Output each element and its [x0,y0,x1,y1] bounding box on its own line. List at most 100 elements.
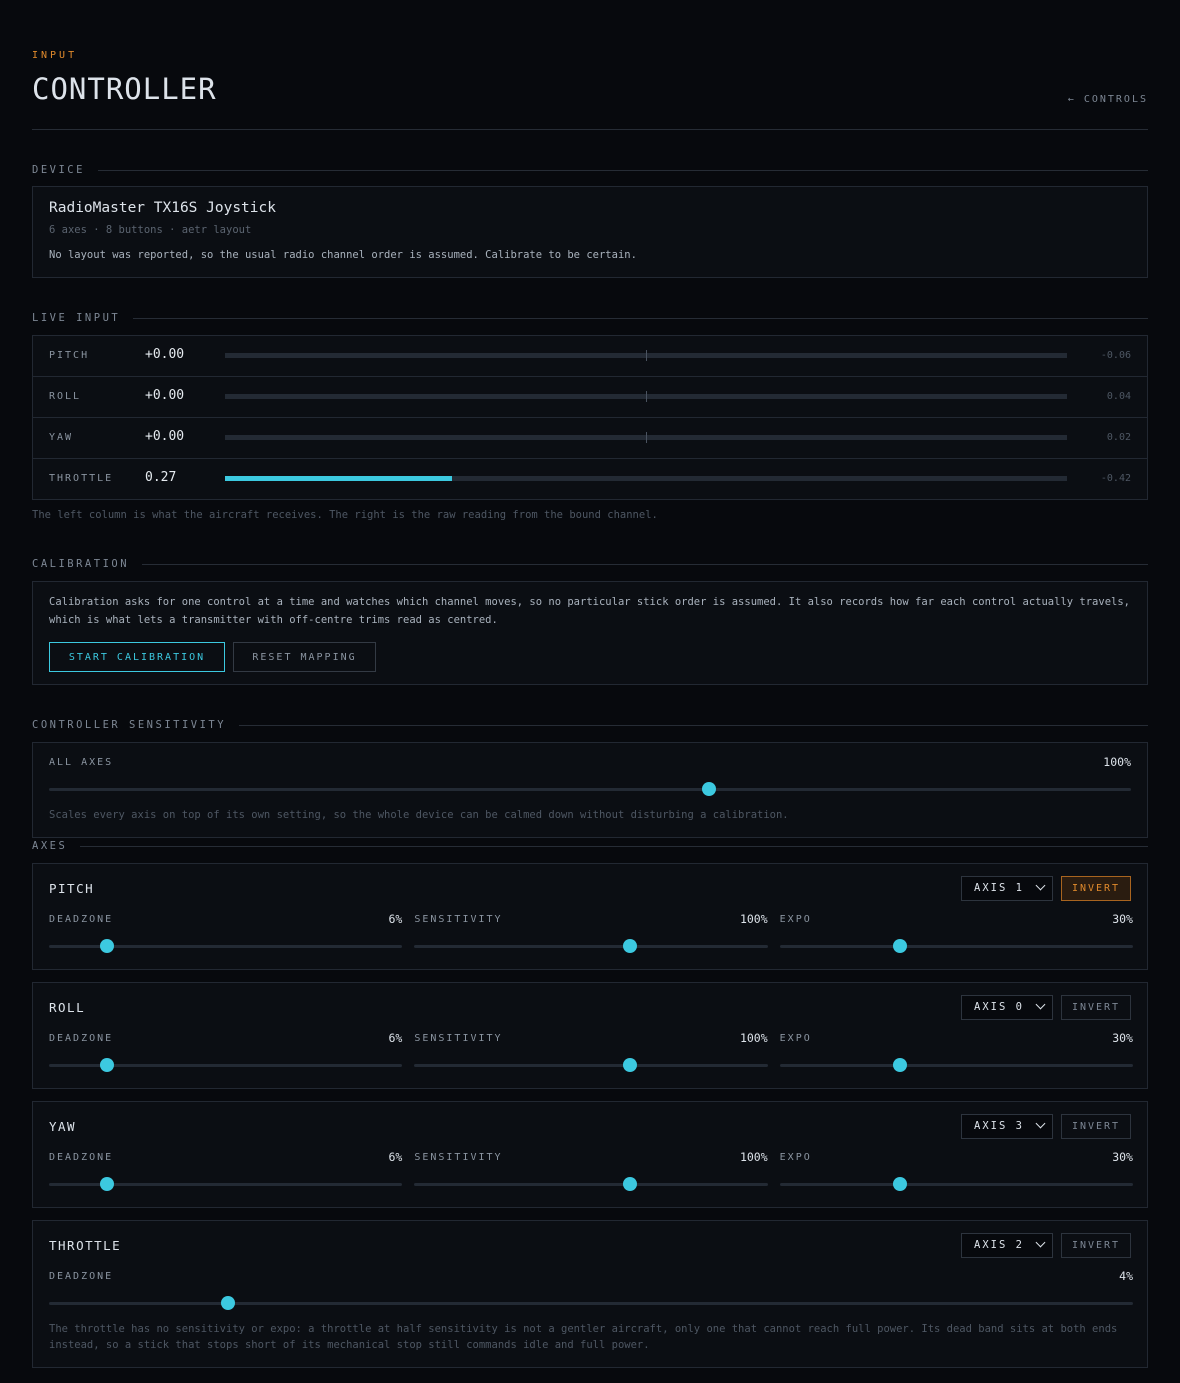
section-rule [142,563,1148,565]
invert-toggle-button[interactable]: INVERT [1061,1233,1131,1258]
axis-channel-select[interactable]: AXIS 2 [961,1233,1053,1258]
meter-center-mark [646,391,647,402]
expo-value: 30% [1112,912,1133,926]
live-input-row: THROTTLE 0.27 -0.42 [33,459,1147,500]
sensitivity-slider[interactable] [414,1058,768,1072]
meter-center-mark [646,350,647,361]
deadzone-slider-thumb[interactable] [100,1177,115,1191]
section-rule [239,724,1148,726]
live-input-raw: -0.06 [1100,350,1131,361]
axis-name: YAW [49,1119,77,1134]
live-input-raw: 0.02 [1106,432,1131,443]
deadzone-slider[interactable] [49,939,403,953]
device-meta: 6 axes · 8 buttons · aetr layout [49,224,252,236]
live-input-row: YAW +0.00 0.02 [33,418,1147,459]
chevron-down-icon [1035,999,1046,1010]
deadzone-slider-thumb[interactable] [100,1058,115,1072]
all-axes-value: 100% [1103,755,1131,769]
live-input-value: +0.00 [145,347,185,362]
sensitivity-value: 100% [739,1031,768,1045]
expo-slider[interactable] [779,1058,1133,1072]
live-input-row: ROLL +0.00 0.04 [33,377,1147,418]
start-calibration-button[interactable]: START CALIBRATION [49,642,225,672]
live-input-meter [225,350,1067,361]
live-input-meter [225,391,1067,402]
sensitivity-slider-thumb[interactable] [622,1177,637,1191]
section-axes-title: AXES [32,840,68,852]
deadzone-slider[interactable] [49,1058,403,1072]
section-live-input-label: LIVE INPUT [32,311,1148,325]
sensitivity-slider[interactable] [414,939,768,953]
axis-channel-value: AXIS 1 [974,882,1024,894]
expo-slider-thumb[interactable] [892,1058,907,1072]
device-name: RadioMaster TX16S Joystick [49,200,276,216]
axis-channel-value: AXIS 0 [974,1001,1024,1013]
axis-channel-select[interactable]: AXIS 3 [961,1114,1053,1139]
live-input-panel: PITCH +0.00 -0.06 ROLL +0.00 0.04 YAW +0.00 0.02… [32,335,1148,500]
deadzone-value: 6% [388,1150,403,1164]
live-input-name: ROLL [49,391,82,402]
header-divider [32,129,1148,130]
axis-name: ROLL [49,1000,86,1015]
live-input-row: PITCH +0.00 -0.06 [33,336,1147,377]
expo-slider[interactable] [779,1177,1133,1191]
expo-value: 30% [1112,1150,1133,1164]
all-axes-slider-thumb[interactable] [702,782,717,796]
sensitivity-value: 100% [739,1150,768,1164]
sensitivity-slider-thumb[interactable] [622,939,637,953]
axis-channel-select[interactable]: AXIS 0 [961,995,1053,1020]
live-input-value: +0.00 [145,429,185,444]
back-to-controls-link[interactable]: ← CONTROLS [1068,94,1148,105]
calibration-panel: Calibration asks for one control at a ti… [32,581,1148,685]
section-device-label: DEVICE [32,163,1148,177]
section-rule [97,169,1148,171]
reset-mapping-button[interactable]: RESET MAPPING [233,642,376,672]
deadzone-slider[interactable] [49,1177,403,1191]
invert-toggle-button[interactable]: INVERT [1061,995,1131,1020]
page-title: CONTROLLER [32,72,217,106]
axis-card-throttle: THROTTLE AXIS 2 INVERT DEADZONE 4% The thrott… [32,1220,1148,1368]
deadzone-value: 6% [388,912,403,926]
all-axes-slider[interactable] [49,782,1131,796]
live-input-caption: The left column is what the aircraft rec… [32,509,658,521]
section-rule [80,845,1148,847]
sensitivity-value: 100% [739,912,768,926]
device-note: No layout was reported, so the usual rad… [49,249,637,261]
expo-slider-thumb[interactable] [892,1177,907,1191]
section-calibration-label: CALIBRATION [32,557,1148,571]
meter-fill [225,476,453,481]
axis-channel-select[interactable]: AXIS 1 [961,876,1053,901]
sensitivity-slider-thumb[interactable] [622,1058,637,1072]
section-calibration-title: CALIBRATION [32,558,130,570]
sensitivity-note: Scales every axis on top of its own sett… [49,809,789,821]
deadzone-slider-thumb[interactable] [220,1296,235,1310]
live-input-raw: 0.04 [1106,391,1131,402]
expo-slider[interactable] [779,939,1133,953]
sensitivity-panel: ALL AXES 100% Scales every axis on top o… [32,742,1148,838]
live-input-name: YAW [49,432,74,443]
live-input-meter [225,432,1067,443]
deadzone-slider[interactable] [49,1296,1133,1310]
axis-card-roll: ROLL AXIS 0 INVERT DEADZONE 6% SENSITIVITY 100… [32,982,1148,1089]
deadzone-slider-thumb[interactable] [100,939,115,953]
invert-toggle-button[interactable]: INVERT [1061,876,1131,901]
section-sensitivity-title: CONTROLLER SENSITIVITY [32,719,227,731]
deadzone-value: 6% [388,1031,403,1045]
chevron-down-icon [1035,1118,1046,1129]
section-rule [133,317,1148,319]
axis-card-pitch: PITCH AXIS 1 INVERT DEADZONE 6% SENSITIVITY 10… [32,863,1148,970]
section-live-input-title: LIVE INPUT [32,312,121,324]
section-device-title: DEVICE [32,164,85,176]
page-kicker: INPUT [32,50,78,61]
live-input-name: THROTTLE [49,473,114,484]
all-axes-label: ALL AXES [49,757,114,768]
live-input-value: +0.00 [145,388,185,403]
expo-slider-thumb[interactable] [892,939,907,953]
axis-name: PITCH [49,881,95,896]
sensitivity-slider[interactable] [414,1177,768,1191]
live-input-name: PITCH [49,350,90,361]
device-panel: RadioMaster TX16S Joystick 6 axes · 8 bu… [32,186,1148,278]
live-input-value: 0.27 [145,470,177,485]
invert-toggle-button[interactable]: INVERT [1061,1114,1131,1139]
axis-channel-value: AXIS 3 [974,1120,1024,1132]
